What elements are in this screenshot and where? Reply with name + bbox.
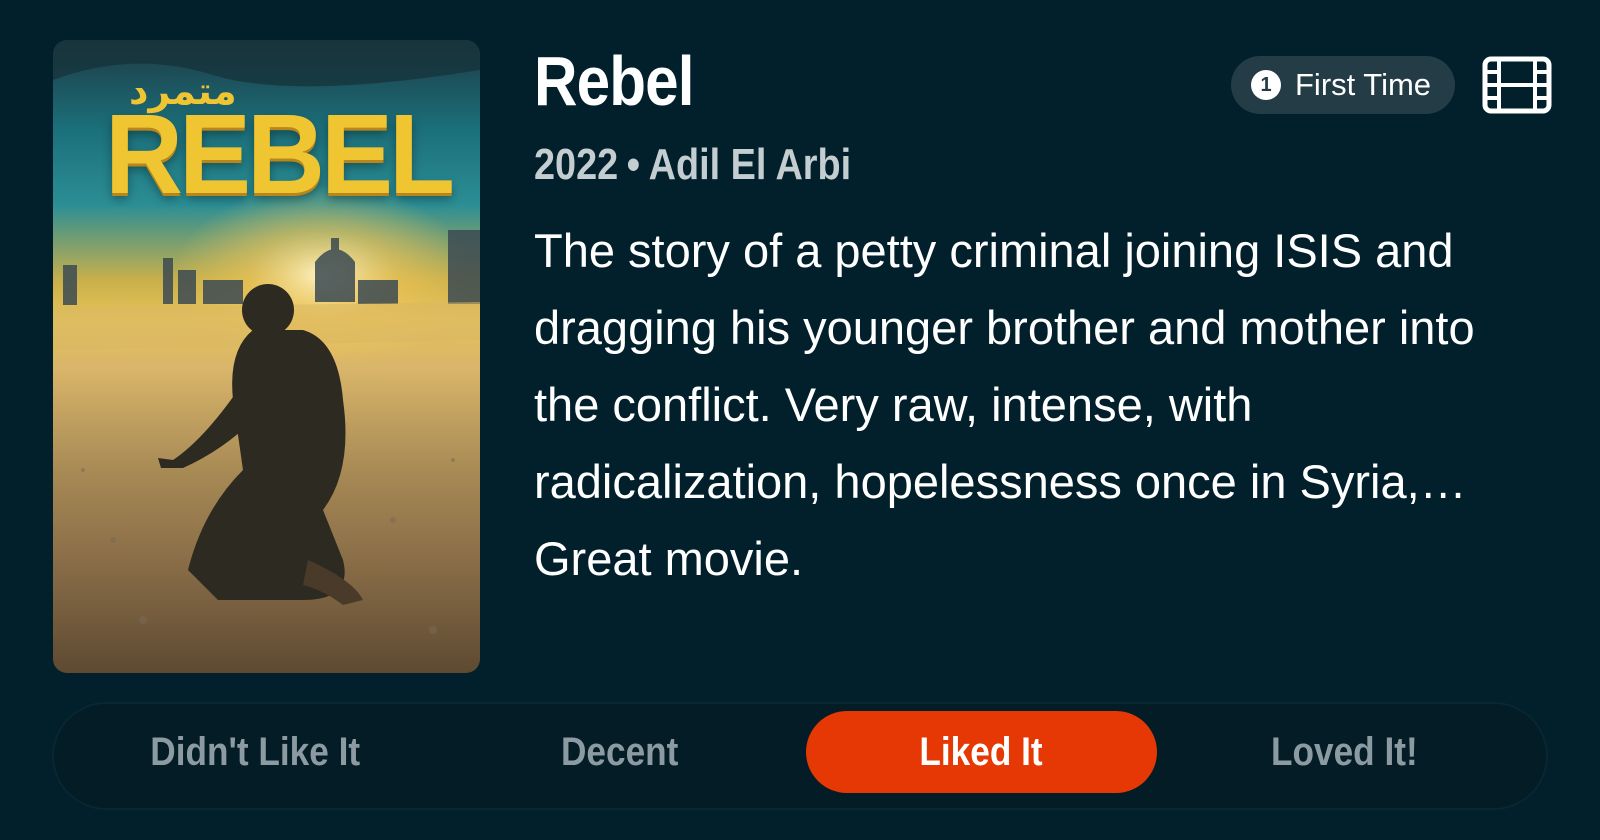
rating-liked-it-button[interactable]: Liked It xyxy=(806,711,1157,793)
first-time-badge[interactable]: 1 First Time xyxy=(1231,56,1455,114)
movie-title: Rebel xyxy=(534,42,694,120)
meta-separator: • xyxy=(626,140,641,189)
rating-loved-it-button[interactable]: Loved It! xyxy=(1169,711,1520,793)
poster-title-text: REBEL xyxy=(105,89,455,217)
rating-decent-button[interactable]: Decent xyxy=(444,711,795,793)
film-icon[interactable] xyxy=(1482,56,1552,114)
rating-label: Liked It xyxy=(919,729,1044,774)
number-circle-icon: 1 xyxy=(1251,70,1281,100)
rating-label: Decent xyxy=(560,729,679,774)
release-year: 2022 xyxy=(534,140,619,189)
rating-didnt-like-it-button[interactable]: Didn't Like It xyxy=(80,711,431,793)
rating-label: Didn't Like It xyxy=(150,729,361,774)
rating-label: Loved It! xyxy=(1271,729,1418,774)
movie-meta: 2022 • Adil El Arbi xyxy=(534,140,851,190)
movie-poster[interactable]: متمرد REBEL xyxy=(53,40,480,673)
first-time-label: First Time xyxy=(1295,67,1432,102)
movie-description: The story of a petty criminal joining IS… xyxy=(534,224,1475,585)
director-name: Adil El Arbi xyxy=(648,140,852,189)
